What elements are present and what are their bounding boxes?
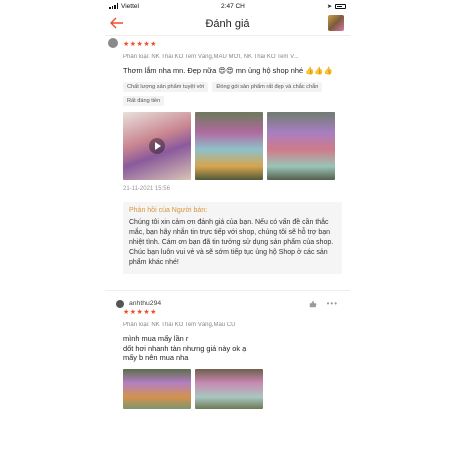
rating-stars: ★★★★★ (123, 41, 157, 48)
review-photo[interactable] (195, 112, 263, 180)
avatar (108, 38, 118, 48)
review-photo[interactable] (195, 368, 263, 409)
review-date: 21-11-2021 15:56 (123, 186, 170, 192)
rating-stars: ★★★★★ (123, 309, 157, 316)
divider (105, 290, 350, 291)
review-media (123, 368, 342, 409)
review-comment: Thơm lắm nha mn. Đẹp nữa 😍😍 mn ủng hộ sh… (123, 66, 333, 75)
seller-reply: Phản hồi của Người bán: Chúng tôi xin cả… (123, 202, 342, 274)
tag-item: Chất lượng sản phẩm tuyệt vời (123, 82, 209, 92)
review-media (123, 112, 342, 180)
battery-icon (335, 3, 346, 9)
review-video[interactable] (123, 112, 191, 180)
review-item: ★★★★★ Phân loại: NK Thái KO Tem Vàng,MẪU… (105, 38, 350, 274)
review-item: anhthu294 ••• ★★★★★ Phân loại: NK Thái K… (105, 297, 350, 409)
avatar (116, 299, 124, 308)
review-photo[interactable] (123, 368, 191, 409)
review-screen: Viettel 2:47 CH ➤ Đánh giá ★★★★★ Phân lo… (105, 0, 350, 450)
comment-line: dốt hơi nhanh tàn nhưng giá này ok ạ (123, 343, 247, 353)
review-comment: mình mua mấy lần r dốt hơi nhanh tàn như… (123, 334, 342, 363)
username: anhthu294 (129, 300, 162, 307)
comment-line: mình mua mấy lần r (123, 334, 189, 343)
comment-line: mấy b nên mua nha (123, 353, 189, 362)
signal-icon (109, 3, 118, 9)
tag-item: Rất đáng tiền (123, 96, 165, 106)
status-bar: Viettel 2:47 CH ➤ (105, 0, 350, 12)
top-bar: Đánh giá (105, 12, 350, 36)
thumbs-up-icon[interactable] (309, 300, 317, 308)
page-title: Đánh giá (205, 17, 250, 30)
back-arrow-icon[interactable] (109, 15, 125, 31)
review-tags: Chất lượng sản phẩm tuyệt vời Đóng gói s… (123, 82, 342, 106)
carrier: Viettel (121, 2, 139, 10)
location-icon: ➤ (326, 3, 332, 10)
product-thumbnail[interactable] (328, 15, 344, 31)
more-icon[interactable]: ••• (327, 299, 338, 308)
seller-reply-title: Phản hồi của Người bán: (129, 207, 208, 214)
variant-text: Phân loại: NK Thái KO Tem Vàng,MẪU MỚI, … (123, 54, 299, 60)
play-icon[interactable] (149, 138, 165, 154)
clock: 2:47 CH (221, 2, 245, 10)
review-photo[interactable] (267, 112, 335, 180)
seller-reply-body: Chúng tôi xin cảm ơn đánh giá của bạn. N… (129, 219, 334, 266)
tag-item: Đóng gói sản phẩm rất đẹp và chắc chắn (212, 82, 323, 92)
variant-text: Phân loại: NK Thái KO Tem Vàng,Mẫu CŨ (123, 322, 236, 328)
